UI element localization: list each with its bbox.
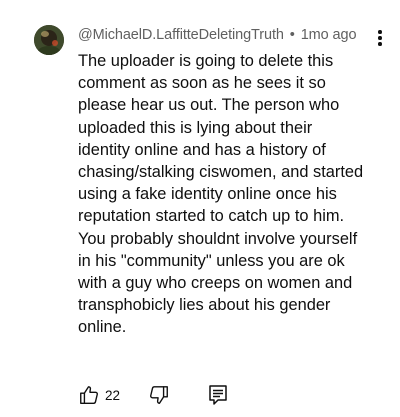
like-count: 22 [105, 388, 121, 403]
comment-text-line: transphobicly lies about his gender [78, 296, 331, 315]
comment-text-line: reputation started to catch up to him. [78, 207, 345, 226]
comment-text-line: The uploader is going to delete this [78, 52, 334, 70]
comment-header: @MichaelD.LaffitteDeletingTruth • 1mo ag… [78, 27, 357, 43]
comment-timestamp[interactable]: 1mo ago [301, 27, 357, 43]
comment-text-line: You probably shouldnt involve yourself [78, 229, 358, 248]
comment-text-line: using a fake identity online once his [78, 185, 337, 204]
comment-text: The uploader is going to delete this com… [78, 50, 378, 339]
thumbs-up-icon[interactable] [78, 384, 100, 406]
comment-text-line: comment as soon as he sees it so [78, 74, 326, 93]
comment-text-line: please hear us out. The person who [78, 96, 340, 115]
comment-text-line: uploaded this is lying about their [78, 118, 313, 137]
comment: @MichaelD.LaffitteDeletingTruth • 1mo ag… [0, 0, 400, 417]
comment-text-line: identity online and has a history of [78, 140, 326, 159]
comment-text-line: with a guy who creeps on women and [78, 274, 353, 293]
header-separator: • [289, 27, 295, 43]
reply-comment-icon[interactable] [208, 384, 228, 406]
author-name[interactable]: @MichaelD.LaffitteDeletingTruth [78, 27, 284, 43]
more-vert-icon[interactable] [376, 30, 384, 50]
thumbs-down-icon[interactable] [148, 384, 170, 406]
avatar[interactable] [34, 25, 64, 55]
comment-text-line: in his "community" unless you are ok [78, 251, 345, 270]
comment-text-line: chasing/stalking ciswomen, and started [78, 163, 364, 182]
comment-text-line: online. [78, 318, 127, 337]
